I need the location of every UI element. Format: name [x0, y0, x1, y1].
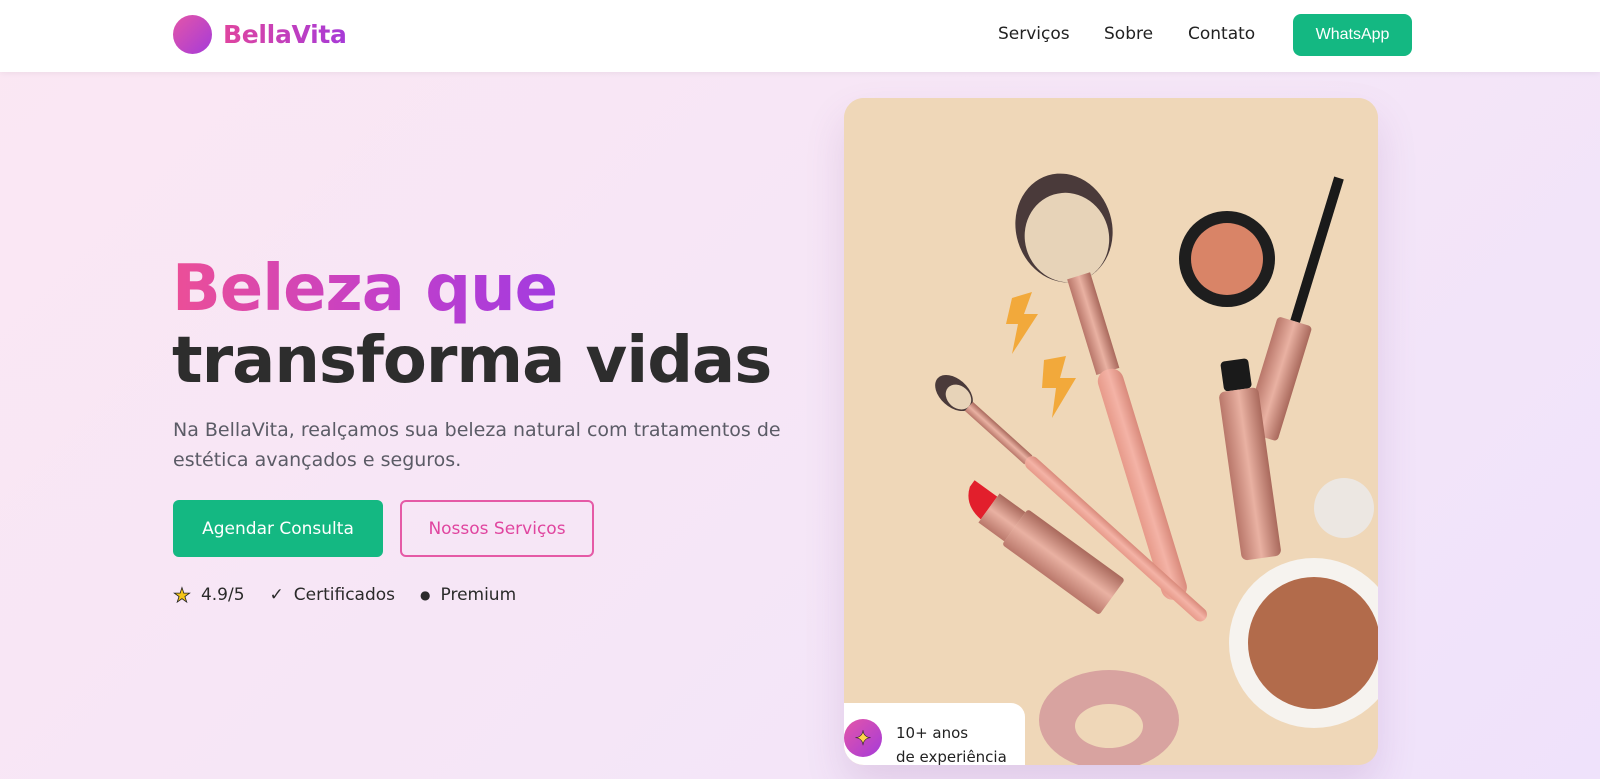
blush-compact-icon — [1179, 211, 1275, 307]
star-icon: ★ — [173, 583, 192, 608]
check-icon: ✓ — [269, 585, 284, 605]
experience-years: 10+ anos — [896, 724, 969, 742]
whatsapp-button[interactable]: WhatsApp — [1293, 14, 1412, 56]
certified-badge: ✓ Certificados — [270, 585, 395, 605]
hero-title: Beleza que transforma vidas — [172, 252, 772, 398]
makeup-products-image — [844, 98, 1378, 765]
site-header: BellaVita Serviços Sobre Contato WhatsAp… — [0, 0, 1600, 72]
hero-title-line1: Beleza que — [172, 252, 558, 326]
hero-description: Na BellaVita, realçamos sua beleza natur… — [173, 419, 781, 471]
experience-label: de experiência — [896, 748, 1007, 765]
nav-link-sobre[interactable]: Sobre — [1104, 24, 1153, 44]
certified-label: Certificados — [293, 585, 396, 605]
brand-name: BellaVita — [223, 20, 347, 49]
nav-link-contato[interactable]: Contato — [1188, 24, 1255, 44]
experience-badge: ✦ 10+ anos de experiência — [844, 703, 1025, 765]
rating-badge: ★ 4.9/5 — [173, 583, 245, 608]
hero-title-line2: transforma vidas — [172, 324, 772, 398]
our-services-button[interactable]: Nossos Serviços — [400, 500, 594, 557]
hero-image-card: ✦ 10+ anos de experiência — [844, 98, 1378, 765]
sparkle-icon: ✦ — [844, 719, 882, 757]
premium-label: Premium — [440, 585, 517, 605]
schedule-consultation-button[interactable]: Agendar Consulta — [173, 500, 383, 557]
premium-badge: ● Premium — [420, 585, 516, 605]
brand-logo[interactable]: BellaVita — [173, 15, 347, 54]
logo-mark-icon — [173, 15, 212, 54]
dot-icon: ● — [420, 588, 431, 602]
trust-badges: ★ 4.9/5 ✓ Certificados ● Premium — [173, 583, 541, 608]
nav-link-servicos[interactable]: Serviços — [998, 24, 1070, 44]
rating-label: 4.9/5 — [200, 585, 245, 605]
